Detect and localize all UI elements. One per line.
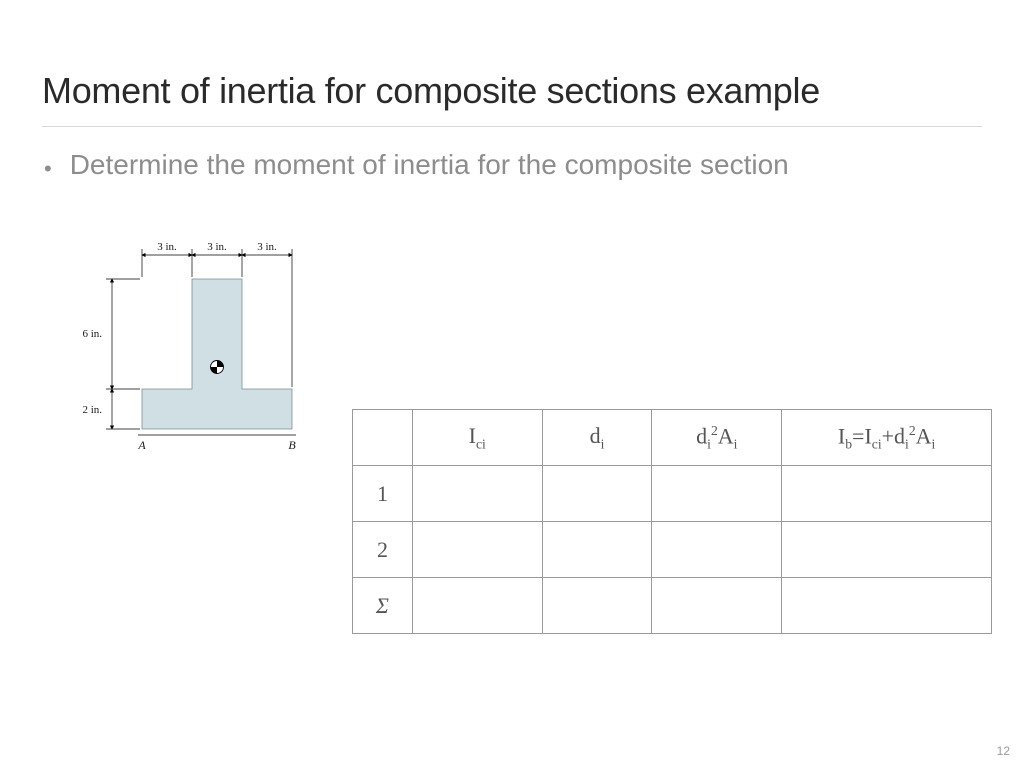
page-number: 12 <box>997 744 1010 758</box>
cell <box>652 578 782 634</box>
row-label-sigma: Σ <box>353 578 413 634</box>
bullet-list: • Determine the moment of inertia for th… <box>44 149 980 189</box>
dim-left-1: 6 in. <box>82 328 102 340</box>
dim-top-2: 3 in. <box>207 241 227 253</box>
cell <box>412 466 542 522</box>
label-B: B <box>288 438 296 452</box>
dim-top-1: 3 in. <box>157 241 177 253</box>
cell <box>412 578 542 634</box>
cell <box>782 578 992 634</box>
row-label: 1 <box>353 466 413 522</box>
page-title: Moment of inertia for composite sections… <box>42 70 982 127</box>
th-di: di <box>542 410 652 466</box>
dim-top-3: 3 in. <box>257 241 277 253</box>
th-ib: Ib=Ici+di2Ai <box>782 410 992 466</box>
cell <box>782 466 992 522</box>
table-header-row: Ici di di2Ai Ib=Ici+di2Ai <box>353 410 992 466</box>
cell <box>652 522 782 578</box>
bullet-text: Determine the moment of inertia for the … <box>70 149 789 181</box>
bullet-item: • Determine the moment of inertia for th… <box>44 149 980 189</box>
section-diagram: 3 in. 3 in. 3 in. 6 in. 2 in. A B <box>62 219 322 479</box>
cell <box>652 466 782 522</box>
label-A: A <box>137 438 146 452</box>
table-row: 1 <box>353 466 992 522</box>
table-row: Σ <box>353 578 992 634</box>
cell <box>782 522 992 578</box>
inertia-table: Ici di di2Ai Ib=Ici+di2Ai 1 <box>352 409 992 634</box>
bullet-dot-icon: • <box>44 149 52 189</box>
cell <box>542 522 652 578</box>
cell <box>542 578 652 634</box>
cell <box>542 466 652 522</box>
th-ici: Ici <box>412 410 542 466</box>
th-d2a: di2Ai <box>652 410 782 466</box>
table-row: 2 <box>353 522 992 578</box>
th-index <box>353 410 413 466</box>
row-label: 2 <box>353 522 413 578</box>
cell <box>412 522 542 578</box>
dim-left-2: 2 in. <box>82 404 102 416</box>
